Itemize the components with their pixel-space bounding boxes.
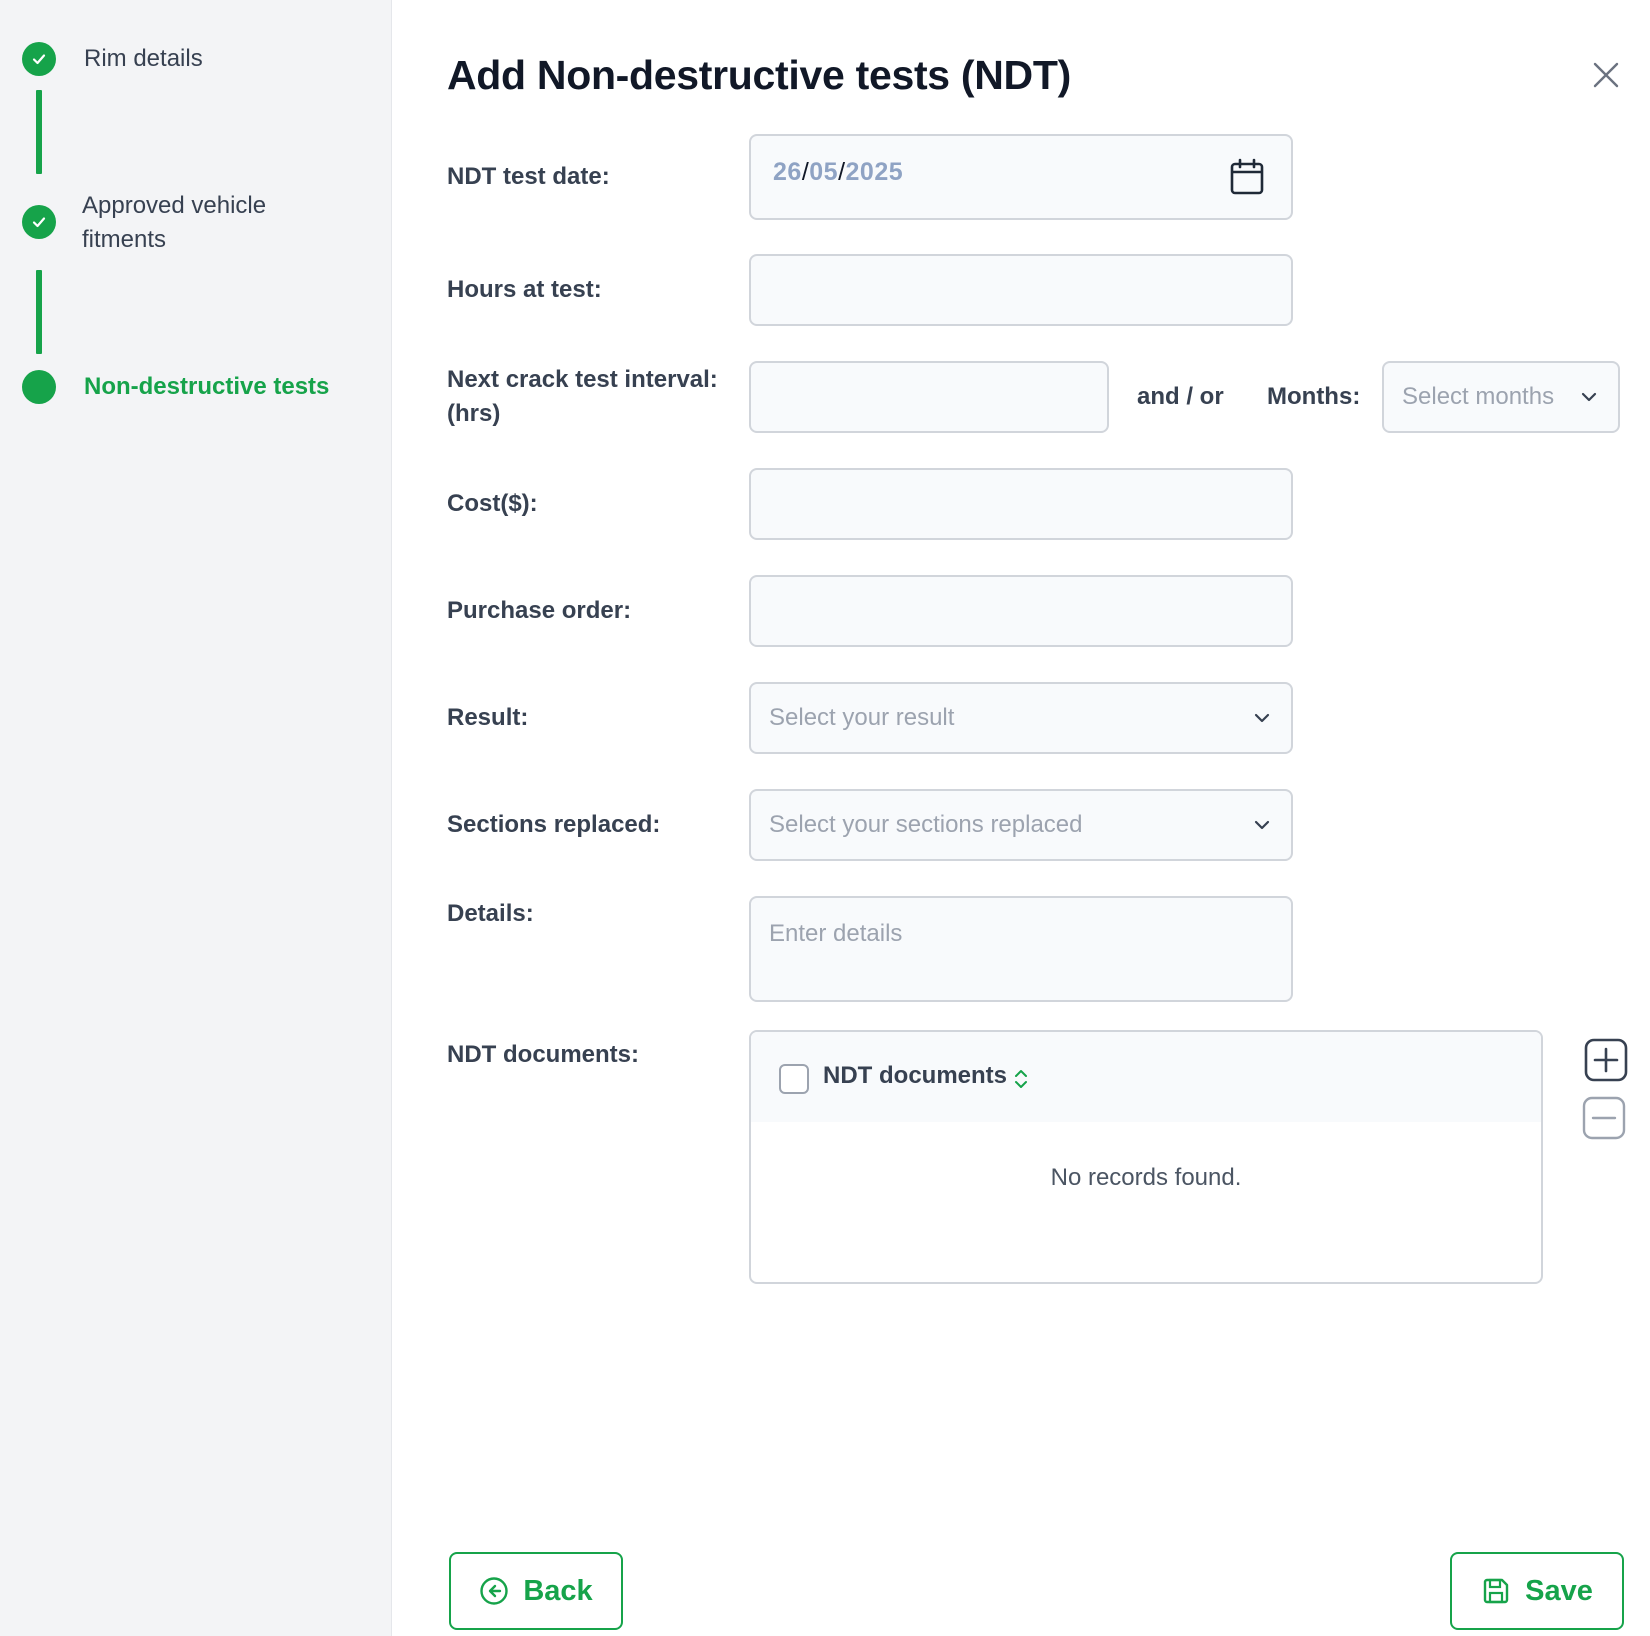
step-completed-indicator xyxy=(22,42,56,76)
column-header-ndt-documents[interactable]: NDT documents xyxy=(823,1062,1007,1090)
step-label: Non-destructive tests xyxy=(84,373,330,400)
hours-at-test-input[interactable] xyxy=(749,254,1293,326)
step-rim-details[interactable]: Rim details xyxy=(22,42,203,76)
next-crack-interval-hours-input[interactable] xyxy=(749,361,1109,433)
date-separator: / xyxy=(838,158,846,186)
add-document-button[interactable] xyxy=(1584,1038,1628,1082)
cost-input[interactable] xyxy=(749,468,1293,540)
result-select-placeholder: Select your result xyxy=(769,704,955,731)
chevron-down-icon xyxy=(1581,392,1597,402)
date-year[interactable]: 2025 xyxy=(846,158,904,186)
plus-square-icon xyxy=(1584,1038,1628,1082)
chevron-down-icon xyxy=(1254,713,1270,723)
minus-square-icon xyxy=(1582,1096,1626,1140)
and-or-text: and / or xyxy=(1137,383,1224,410)
step-completed-indicator xyxy=(22,205,56,239)
save-floppy-icon xyxy=(1483,1578,1509,1604)
step-connector xyxy=(36,90,42,174)
page-title: Add Non-destructive tests (NDT) xyxy=(447,52,1071,98)
ndt-test-date-label: NDT test date: xyxy=(447,163,610,190)
empty-table-message: No records found. xyxy=(1050,1164,1242,1191)
select-all-checkbox[interactable] xyxy=(779,1064,809,1094)
cost-label: Cost($): xyxy=(447,490,538,517)
chevron-down-icon xyxy=(1254,820,1270,830)
back-button-label: Back xyxy=(523,1574,593,1607)
sort-icon[interactable] xyxy=(1013,1067,1029,1091)
back-button[interactable]: Back xyxy=(449,1552,623,1630)
result-label: Result: xyxy=(447,704,529,731)
date-day[interactable]: 26 xyxy=(773,158,802,186)
step-approved-vehicle-fitments[interactable]: Approved vehicle fitments xyxy=(22,192,302,257)
save-button[interactable]: Save xyxy=(1450,1552,1624,1630)
close-button[interactable] xyxy=(1589,58,1623,92)
step-active-indicator xyxy=(22,370,56,404)
ndt-documents-table: NDT documents No records found. xyxy=(749,1030,1543,1284)
months-select[interactable]: Select months xyxy=(1382,361,1620,433)
details-textarea[interactable]: Enter details xyxy=(749,896,1293,1002)
save-button-label: Save xyxy=(1525,1574,1593,1607)
next-crack-interval-label-line1: Next crack test interval: xyxy=(447,366,718,393)
next-crack-interval-label-line2: (hrs) xyxy=(447,400,501,427)
result-select[interactable]: Select your result xyxy=(749,682,1293,754)
sections-replaced-select[interactable]: Select your sections replaced xyxy=(749,789,1293,861)
sections-replaced-placeholder: Select your sections replaced xyxy=(769,811,1083,838)
hours-at-test-label: Hours at test: xyxy=(447,276,602,303)
calendar-icon[interactable] xyxy=(1229,158,1265,196)
app-root: Rim details Approved vehicle fitments No… xyxy=(0,0,1650,1636)
check-icon xyxy=(32,54,46,65)
stepper-sidebar: Rim details Approved vehicle fitments No… xyxy=(0,0,392,1636)
arrow-left-circle-icon xyxy=(480,1577,509,1605)
table-header: NDT documents xyxy=(751,1032,1541,1122)
sections-replaced-label: Sections replaced: xyxy=(447,811,661,838)
check-icon xyxy=(32,217,46,228)
ndt-test-date-value: 26/05/2025 xyxy=(773,158,903,187)
step-connector xyxy=(36,270,42,354)
ndt-test-date-field[interactable]: 26/05/2025 xyxy=(749,134,1293,220)
step-label: Rim details xyxy=(84,45,203,72)
ndt-form-panel: Add Non-destructive tests (NDT) NDT test… xyxy=(393,0,1650,1636)
step-non-destructive-tests[interactable]: Non-destructive tests xyxy=(22,370,329,404)
purchase-order-input[interactable] xyxy=(749,575,1293,647)
date-month[interactable]: 05 xyxy=(809,158,838,186)
months-label: Months: xyxy=(1267,383,1361,410)
close-icon xyxy=(1593,62,1619,88)
purchase-order-label: Purchase order: xyxy=(447,597,632,624)
months-select-placeholder: Select months xyxy=(1402,383,1555,410)
ndt-documents-label: NDT documents: xyxy=(447,1041,639,1068)
remove-document-button[interactable] xyxy=(1582,1096,1626,1140)
details-label: Details: xyxy=(447,900,534,927)
step-label: Approved vehicle fitments xyxy=(82,192,267,253)
details-placeholder: Enter details xyxy=(769,920,903,947)
next-crack-interval-label: Next crack test interval: (hrs) xyxy=(447,363,718,431)
